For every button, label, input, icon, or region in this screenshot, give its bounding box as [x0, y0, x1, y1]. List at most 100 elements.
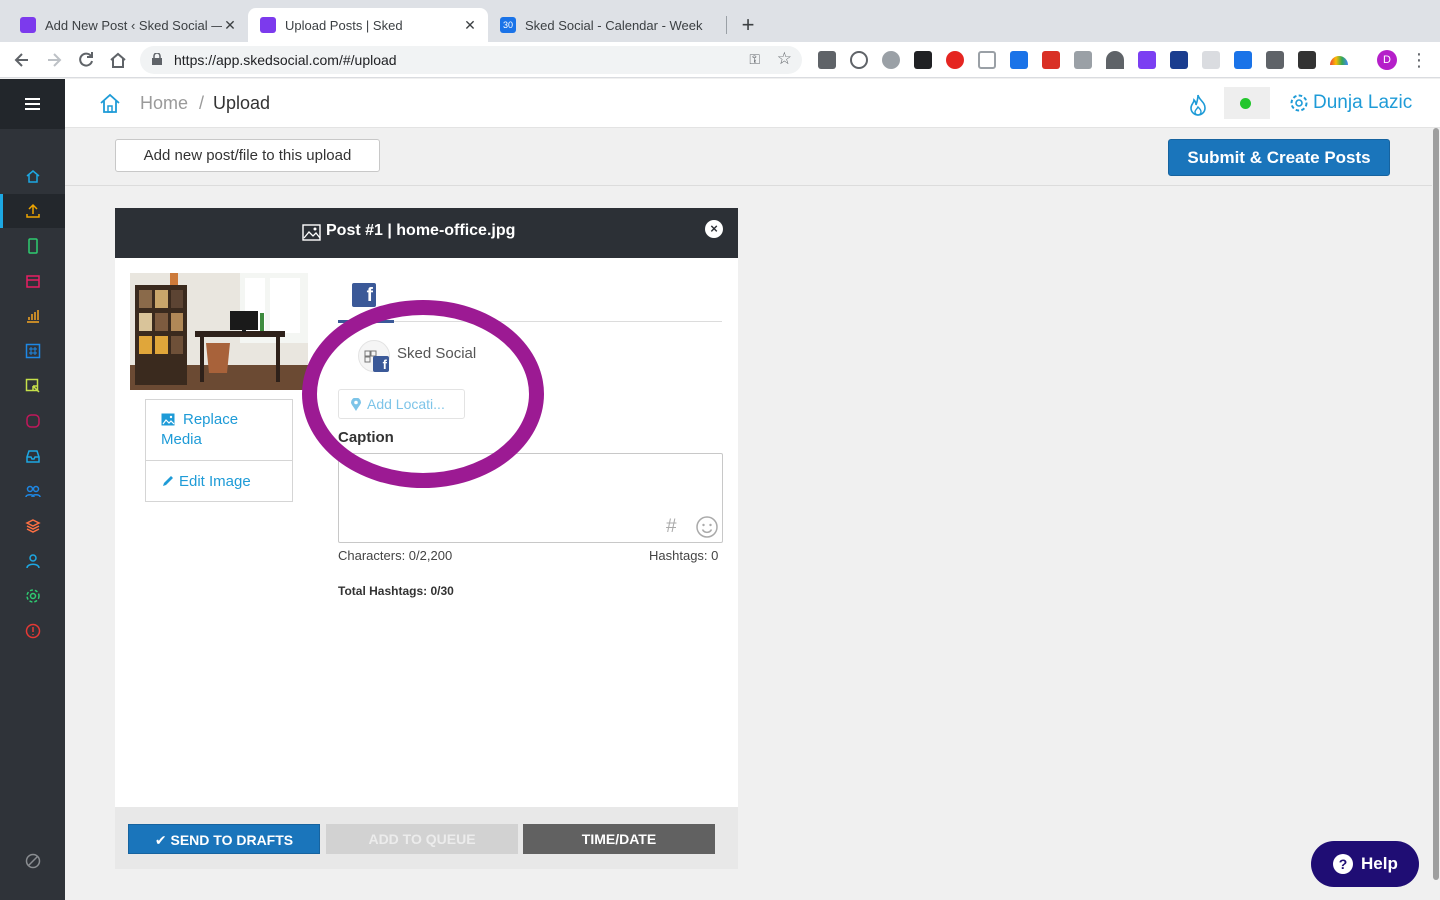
help-button[interactable]: ? Help [1311, 841, 1419, 887]
sidebar-item-disable[interactable] [0, 844, 65, 878]
sidebar-item-user[interactable] [0, 544, 65, 578]
sked-favicon-icon [260, 17, 276, 33]
flame-icon[interactable] [1187, 93, 1209, 117]
post-card-footer: ✔ SEND TO DRAFTS ADD TO QUEUE TIME/DATE [115, 807, 738, 869]
home-icon [26, 170, 40, 183]
sidebar-item-inbox[interactable] [0, 439, 65, 473]
media-actions: Replace Media Edit Image [145, 399, 293, 502]
image-icon [161, 413, 175, 426]
pocket-extension-icon[interactable] [818, 51, 836, 69]
upload-action-bar: Add new post/file to this upload Submit … [65, 128, 1432, 186]
id-extension-icon[interactable] [1234, 51, 1252, 69]
reload-icon[interactable] [76, 50, 96, 70]
calendar-icon [26, 275, 40, 288]
rainbow-extension-icon[interactable] [1330, 56, 1348, 65]
new-tab-icon[interactable]: + [736, 12, 760, 38]
question-icon: ? [1333, 854, 1353, 874]
network-extension-icon[interactable] [1010, 51, 1028, 69]
replace-media-label-2: Media [161, 431, 202, 448]
url-text: https://app.skedsocial.com/#/upload [174, 52, 397, 68]
replace-media-button[interactable]: Replace Media [146, 400, 292, 461]
help-label: Help [1361, 854, 1398, 873]
user-settings-gear-icon[interactable] [1289, 93, 1309, 113]
browser-tab[interactable]: Add New Post ‹ Sked Social — ✕ [8, 8, 248, 42]
buffer-extension-icon[interactable] [914, 51, 932, 69]
team-icon [25, 485, 41, 498]
lightbulb-extension-icon[interactable] [882, 51, 900, 69]
add-to-queue-button[interactable]: ADD TO QUEUE [326, 824, 518, 854]
sidebar-item-upload[interactable] [0, 194, 65, 228]
close-post-icon[interactable]: × [705, 220, 723, 238]
onepassword-extension-icon[interactable] [850, 51, 868, 69]
browser-tab[interactable]: 30 Sked Social - Calendar - Week [488, 8, 728, 42]
hamburger-menu-icon[interactable] [0, 79, 65, 129]
tab-title: Sked Social - Calendar - Week [525, 17, 703, 33]
home-icon[interactable] [108, 50, 128, 70]
edit-image-button[interactable]: Edit Image [146, 461, 292, 501]
tab-title: Add New Post ‹ Sked Social — [45, 17, 222, 33]
chat-extension-icon[interactable] [1202, 51, 1220, 69]
m-extension-icon[interactable] [1298, 51, 1316, 69]
upload-icon [26, 203, 40, 218]
sidebar-item-link[interactable] [0, 369, 65, 403]
app-header: Home / Upload Dunja Lazic [65, 79, 1440, 128]
close-tab-icon[interactable]: ✕ [462, 17, 478, 34]
key-icon[interactable]: ⚿ [749, 51, 760, 68]
close-tab-icon[interactable]: ✕ [222, 17, 238, 34]
browser-menu-icon[interactable]: ⋮ [1410, 50, 1428, 70]
back-icon[interactable] [12, 50, 32, 70]
app-sidebar [0, 79, 65, 900]
sidebar-item-calendar[interactable] [0, 264, 65, 298]
umbrella-extension-icon[interactable] [1106, 51, 1124, 69]
sidebar-item-layers[interactable] [0, 509, 65, 543]
settings-gear-icon [26, 589, 40, 603]
sidebar-item-settings[interactable] [0, 579, 65, 613]
inbox-icon [26, 450, 40, 463]
sidebar-item-mobile[interactable] [0, 229, 65, 263]
sidebar-item-analytics[interactable] [0, 299, 65, 333]
sidebar-item-home[interactable] [0, 159, 65, 193]
sidebar-item-team[interactable] [0, 474, 65, 508]
emoji-icon[interactable] [696, 516, 718, 538]
adblock-extension-icon[interactable] [1042, 51, 1060, 69]
character-count: Characters: 0/2,200 [338, 548, 453, 563]
reader-extension-icon[interactable] [978, 51, 996, 69]
power-extension-icon[interactable] [946, 51, 964, 69]
hashtag-icon [25, 343, 41, 359]
facebook-tab-icon[interactable]: f [352, 283, 376, 307]
browser-tab-active[interactable]: Upload Posts | Sked ✕ [248, 8, 488, 42]
profile-avatar[interactable]: D [1377, 50, 1397, 70]
user-name-link[interactable]: Dunja Lazic [1313, 92, 1412, 114]
sa-extension-icon[interactable] [1074, 51, 1092, 69]
user-icon [26, 554, 40, 569]
tab-divider [726, 16, 727, 34]
sidebar-item-hashtag[interactable] [0, 334, 65, 368]
status-dot [1240, 98, 1251, 109]
sidebar-item-help[interactable] [0, 614, 65, 648]
post-card-header: Post #1 | home-office.jpg × [115, 208, 738, 258]
y-extension-icon[interactable] [1170, 51, 1188, 69]
page-title: Upload [213, 93, 271, 113]
breadcrumb-home[interactable]: Home [140, 93, 188, 114]
add-post-file-button[interactable]: Add new post/file to this upload [115, 139, 380, 172]
forward-icon[interactable] [44, 50, 64, 70]
dropper-extension-icon[interactable] [1138, 51, 1156, 69]
pin-extension-icon[interactable] [1266, 51, 1284, 69]
address-bar[interactable]: https://app.skedsocial.com/#/upload ⚿ ☆ [140, 46, 802, 74]
mobile-icon [28, 238, 38, 254]
bookmark-star-icon[interactable]: ☆ [777, 49, 792, 69]
time-date-button[interactable]: TIME/DATE [523, 824, 715, 854]
breadcrumb-home-icon[interactable] [99, 92, 121, 114]
stories-icon [26, 414, 40, 428]
sidebar-item-stories[interactable] [0, 404, 65, 438]
post-image-thumbnail [130, 273, 308, 390]
tab-title: Upload Posts | Sked [285, 17, 403, 33]
post-title: Post #1 | home-office.jpg [326, 222, 516, 239]
lock-icon [152, 53, 162, 65]
calendar-favicon-icon: 30 [500, 17, 516, 33]
hashtag-icon[interactable]: # [666, 516, 677, 538]
total-hashtags: Total Hashtags: 0/30 [338, 584, 454, 598]
send-to-drafts-button[interactable]: ✔ SEND TO DRAFTS [128, 824, 320, 854]
submit-create-posts-button[interactable]: Submit & Create Posts [1168, 139, 1390, 176]
scrollbar-thumb[interactable] [1433, 128, 1439, 880]
